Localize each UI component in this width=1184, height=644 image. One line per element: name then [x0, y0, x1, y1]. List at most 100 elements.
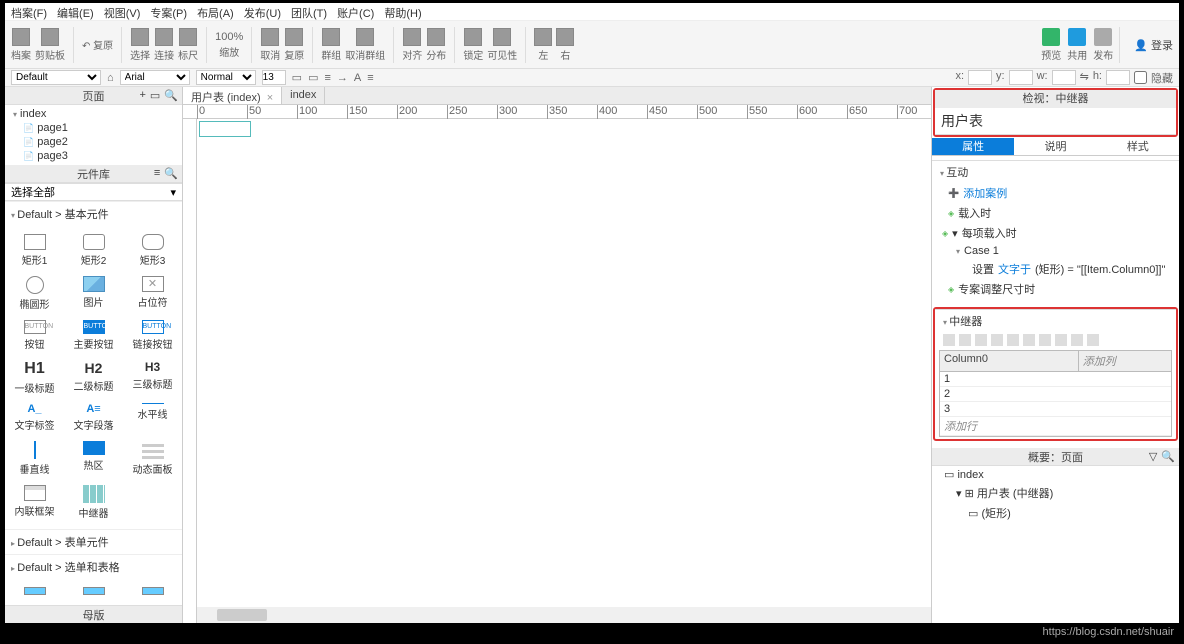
widget-label[interactable]: A_文字标签: [5, 399, 64, 437]
widget-paragraph[interactable]: A≡文字段落: [64, 399, 123, 437]
ribbon-group[interactable]: 复原: [284, 28, 304, 62]
widget-rect1[interactable]: 矩形1: [5, 230, 64, 272]
menu-help[interactable]: 帮助(H): [384, 5, 421, 18]
widget-placeholder[interactable]: 占位符: [123, 272, 182, 316]
table-row[interactable]: 1: [940, 372, 1171, 387]
border-icon[interactable]: ▭: [308, 71, 318, 84]
widget-primary-button[interactable]: BUTTON主要按钮: [64, 316, 123, 356]
lib-cat-form[interactable]: Default > 表单元件: [5, 529, 182, 554]
widget-h1[interactable]: H1一级标题: [5, 356, 64, 400]
menu-team[interactable]: 团队(T): [291, 5, 327, 18]
lib-search-icon[interactable]: 🔍: [164, 167, 178, 180]
search-icon[interactable]: 🔍: [1161, 450, 1175, 463]
menu-view[interactable]: 视图(V): [104, 5, 141, 18]
add-case-link[interactable]: 添加案例: [932, 183, 1179, 203]
col-header[interactable]: Column0: [940, 351, 1079, 371]
outline-repeater[interactable]: ▾ ⊞ 用户表 (中继器): [932, 483, 1179, 503]
lib-cat-basic[interactable]: Default > 基本元件: [5, 201, 182, 226]
scrollbar-horizontal[interactable]: [197, 607, 931, 623]
rep-tool-icon[interactable]: [943, 334, 955, 346]
event-onload[interactable]: 载入时: [932, 203, 1179, 223]
fontsize-input[interactable]: [262, 70, 286, 85]
ribbon-vis[interactable]: 可见性: [487, 28, 517, 62]
menu-file[interactable]: 档案(F): [11, 5, 47, 18]
tab-style[interactable]: 样式: [1097, 138, 1179, 156]
widget-name-field[interactable]: 用户表: [935, 108, 1176, 135]
search-icon[interactable]: 🔍: [164, 89, 178, 102]
ribbon-undo[interactable]: ↶ 复原: [82, 37, 113, 52]
case-1[interactable]: Case 1: [932, 243, 1179, 259]
outline-rect[interactable]: ▭ (矩形): [932, 503, 1179, 523]
ribbon-group2[interactable]: 群组: [321, 28, 341, 62]
add-row[interactable]: 添加行: [940, 417, 1171, 436]
action-settext[interactable]: 设置 文字于 (矩形) = "[[Item.Column0]]": [932, 259, 1179, 279]
add-folder-icon[interactable]: ▭: [150, 89, 160, 102]
ribbon-clipboard[interactable]: 剪贴板: [35, 28, 65, 62]
ribbon-left[interactable]: 左: [534, 28, 552, 62]
arrow-icon[interactable]: →: [337, 72, 348, 84]
menu-account[interactable]: 账户(C): [337, 5, 374, 18]
ribbon-connect[interactable]: 连接: [154, 28, 174, 62]
h-input[interactable]: [1106, 70, 1130, 85]
page-index[interactable]: index: [11, 107, 176, 121]
fill-icon[interactable]: ▭: [292, 71, 302, 84]
menu-edit[interactable]: 编辑(E): [57, 5, 94, 18]
widget-vline[interactable]: 垂直线: [5, 437, 64, 481]
ribbon-share[interactable]: 共用: [1067, 28, 1087, 62]
ribbon-align[interactable]: 对齐: [402, 28, 422, 62]
table-row[interactable]: 3: [940, 402, 1171, 417]
linew-icon[interactable]: ≡: [324, 72, 330, 84]
page-page1[interactable]: page1: [11, 121, 176, 135]
eyedropper-icon[interactable]: ⌂: [107, 72, 114, 84]
login-button[interactable]: 👤 登录: [1126, 37, 1173, 53]
selected-widget[interactable]: [199, 121, 251, 137]
section-repeater[interactable]: 中继器: [935, 309, 1176, 332]
widget-dynamic-panel[interactable]: 动态面板: [123, 437, 182, 481]
ribbon-lock[interactable]: 锁定: [463, 28, 483, 62]
masters-panel-title[interactable]: 母版: [5, 605, 182, 623]
close-icon[interactable]: ×: [267, 92, 273, 104]
weight-select[interactable]: Normal: [196, 70, 256, 85]
tab-properties[interactable]: 属性: [932, 138, 1014, 156]
widget-rect2[interactable]: 矩形2: [64, 230, 123, 272]
ribbon-dist[interactable]: 分布: [426, 28, 446, 62]
lib-cat-menu[interactable]: Default > 选单和表格: [5, 554, 182, 579]
lib-menu-icon[interactable]: ≡: [154, 167, 160, 180]
repeater-data-table[interactable]: Column0添加列 1 2 3 添加行: [939, 350, 1172, 437]
ribbon-right[interactable]: 右: [556, 28, 574, 62]
add-column[interactable]: 添加列: [1079, 351, 1120, 371]
style-select[interactable]: Default: [11, 70, 101, 85]
lock-wh-icon[interactable]: ⇋: [1080, 70, 1089, 86]
widget-ellipse[interactable]: 椭圆形: [5, 272, 64, 316]
align-left-icon[interactable]: ≡: [367, 72, 373, 84]
widget-button[interactable]: BUTTON按钮: [5, 316, 64, 356]
event-itemload[interactable]: ▾ 每项载入时: [932, 223, 1179, 243]
page-page2[interactable]: page2: [11, 135, 176, 149]
filter-icon[interactable]: ▽: [1149, 450, 1157, 463]
widget-repeater[interactable]: 中继器: [64, 481, 123, 525]
ribbon-select[interactable]: 选择: [130, 28, 150, 62]
widget-rect3[interactable]: 矩形3: [123, 230, 182, 272]
x-input[interactable]: [968, 70, 992, 85]
section-interactions[interactable]: 互动: [932, 160, 1179, 183]
event-resize[interactable]: 专案调整尺寸时: [932, 279, 1179, 299]
widget-hotspot[interactable]: 热区: [64, 437, 123, 481]
w-input[interactable]: [1052, 70, 1076, 85]
ribbon-ungroup2[interactable]: 取消群组: [345, 28, 385, 62]
widget-link-button[interactable]: BUTTON链接按钮: [123, 316, 182, 356]
widget-menu-preview[interactable]: [5, 583, 64, 601]
ribbon-pen[interactable]: 标尺: [178, 28, 198, 62]
font-select[interactable]: Arial: [120, 70, 190, 85]
ribbon-preview[interactable]: 预览: [1041, 28, 1061, 62]
widget-image[interactable]: 图片: [64, 272, 123, 316]
ribbon-publish[interactable]: 发布: [1093, 28, 1113, 62]
ribbon-zoom[interactable]: 100%缩放: [215, 31, 243, 59]
ribbon-ungroup[interactable]: 取消: [260, 28, 280, 62]
menu-project[interactable]: 专案(P): [150, 5, 187, 18]
page-page3[interactable]: page3: [11, 149, 176, 163]
y-input[interactable]: [1009, 70, 1033, 85]
tab-usertable[interactable]: 用户表 (index)×: [183, 87, 282, 104]
menu-publish[interactable]: 发布(U): [244, 5, 281, 18]
hidden-checkbox[interactable]: [1134, 70, 1147, 85]
tab-index[interactable]: index: [282, 87, 325, 104]
